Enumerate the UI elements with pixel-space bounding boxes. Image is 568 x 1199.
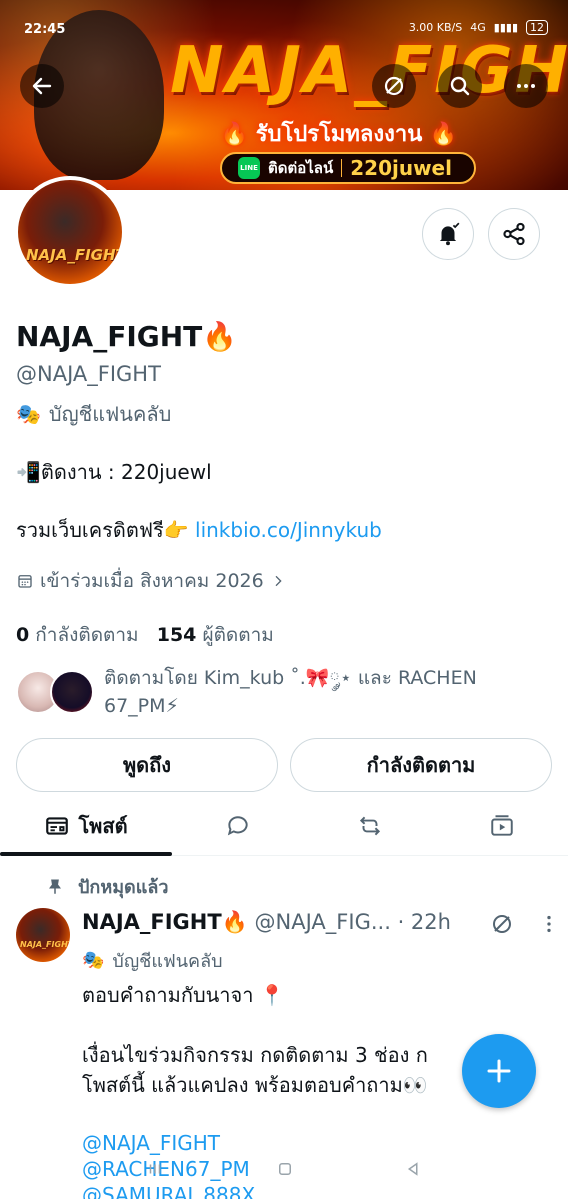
following-stat[interactable]: 0 กำลังติดตาม [16, 624, 139, 646]
more-vertical-icon[interactable] [538, 913, 560, 935]
calendar-icon [18, 575, 32, 588]
share-icon [503, 222, 525, 246]
active-tab-indicator [0, 852, 172, 856]
mention-button[interactable]: พูดถึง [16, 738, 278, 792]
chevron-right-icon [275, 575, 282, 587]
post-mention-link[interactable]: @SAMURAI_888X [82, 1182, 255, 1199]
signal-icon: ▮▮▮▮ [493, 21, 518, 34]
post-fanclub-label: 🎭 บัญชีแฟนคลับ [82, 946, 223, 975]
joined-date[interactable]: เข้าร่วมเมื่อ สิงหาคม 2026 [16, 566, 286, 596]
home-icon[interactable] [276, 1160, 294, 1178]
fanclub-label: 🎭 บัญชีแฟนคลับ [16, 398, 171, 430]
status-icons: 3.00 KB/S 4G ▮▮▮▮ 12 [409, 20, 548, 35]
post-spacer [82, 1010, 552, 1040]
banner-subtitle: 🔥 รับโปรโมทลงงาน 🔥 [220, 122, 458, 147]
tab-media[interactable] [436, 796, 568, 856]
profile-avatar[interactable]: NAJA_FIGHT [14, 176, 126, 288]
followed-by-text: ติดตามโดย Kim_kub ˚.🎀༘⋆ และ RACHEN 67_PM… [104, 667, 477, 717]
banner-contact-label: ติดต่อไลน์ [268, 159, 334, 177]
bio-link[interactable]: linkbio.co/Jinnykub [195, 518, 382, 542]
post-author-handle[interactable]: @NAJA_FIG... [255, 910, 391, 934]
arrow-left-icon [32, 77, 52, 95]
back-button[interactable] [20, 64, 64, 108]
profile-handle: @NAJA_FIGHT [16, 362, 161, 386]
repost-icon [359, 816, 381, 836]
tab-replies[interactable] [172, 796, 304, 856]
more-button[interactable] [504, 64, 548, 108]
pinned-label: ปักหมุดแล้ว [78, 877, 169, 898]
mask-icon: 🎭 [82, 950, 105, 971]
bio-line-1: 📲ติดงาน : 220juewl [16, 460, 212, 484]
notifications-button[interactable] [422, 208, 474, 260]
status-bar: 22:45 3.00 KB/S 4G ▮▮▮▮ 12 [0, 18, 568, 42]
profile-tabs: โพสต์ [0, 796, 568, 856]
post-author-avatar[interactable]: NAJA_FIGHT [16, 908, 70, 962]
mask-icon: 🎭 [16, 402, 41, 426]
post-fanclub-text: บัญชีแฟนคลับ [112, 951, 223, 972]
speech-bubble-icon [227, 816, 248, 836]
share-button[interactable] [488, 208, 540, 260]
follow-stats: 0 กำลังติดตาม 154 ผู้ติดตาม [16, 620, 274, 650]
post-time[interactable]: · 22h [398, 910, 451, 934]
bell-check-icon [439, 222, 460, 246]
tab-posts[interactable]: โพสต์ [0, 796, 172, 856]
avatar-logo-text: NAJA_FIGHT [26, 246, 126, 264]
followers-stat[interactable]: 154 ผู้ติดตาม [157, 624, 274, 646]
followed-by[interactable]: ติดตามโดย Kim_kub ˚.🎀༘⋆ และ RACHEN 67_PM… [16, 664, 536, 720]
system-nav-bar [0, 1160, 568, 1180]
bio-line-2: รวมเว็บเครดิตฟรี👉 linkbio.co/Jinnykub [16, 514, 382, 546]
posts-icon [46, 817, 69, 835]
battery-icon: 12 [526, 20, 548, 35]
follower-avatar-rachen [50, 670, 94, 714]
joined-text: เข้าร่วมเมื่อ สิงหาคม 2026 [40, 570, 264, 592]
mute-button[interactable] [372, 64, 416, 108]
following-button[interactable]: กำลังติดตาม [290, 738, 552, 792]
status-time: 22:45 [24, 22, 66, 37]
compose-button[interactable] [462, 1034, 536, 1108]
profile-name: NAJA_FIGHT🔥 [16, 320, 238, 353]
net-speed: 3.00 KB/S [408, 21, 463, 34]
search-icon [450, 76, 470, 96]
banner-contact-pill: LINE ติดต่อไลน์ 220juwel [220, 152, 476, 184]
recents-icon[interactable] [146, 1160, 164, 1178]
tab-posts-label: โพสต์ [78, 814, 128, 838]
banner-contact-code: 220juwel [350, 156, 452, 180]
plus-icon [487, 1059, 511, 1083]
tab-reposts[interactable] [304, 796, 436, 856]
slash-circle-icon [384, 76, 404, 96]
followers-count: 154 [156, 624, 197, 646]
fanclub-text: บัญชีแฟนคลับ [48, 402, 172, 426]
video-icon [491, 815, 513, 836]
pinned-indicator: ปักหมุดแล้ว [46, 872, 168, 901]
post-header-icons [490, 912, 560, 936]
post-line-1: ตอบคำถามกับนาจา 📍 [82, 983, 285, 1007]
post-avatar-logo-text: NAJA_FIGHT [20, 940, 70, 949]
line-app-icon: LINE [238, 157, 260, 179]
post-author-name[interactable]: NAJA_FIGHT🔥 [82, 910, 248, 934]
post-header: NAJA_FIGHT🔥 @NAJA_FIG... · 22h [82, 910, 482, 935]
slash-circle-icon[interactable] [490, 912, 514, 936]
pin-icon [49, 879, 61, 894]
network-type: 4G [470, 21, 486, 34]
bio-text: รวมเว็บเครดิตฟรี👉 [16, 518, 196, 542]
following-label: กำลังติดตาม [35, 624, 139, 646]
followers-label: ผู้ติดตาม [202, 624, 274, 646]
pill-divider [341, 159, 343, 177]
following-count: 0 [16, 624, 30, 646]
search-button[interactable] [438, 64, 482, 108]
more-horizontal-icon [517, 84, 535, 88]
back-nav-icon[interactable] [404, 1160, 422, 1178]
post-mention-link[interactable]: @NAJA_FIGHT [82, 1130, 255, 1156]
